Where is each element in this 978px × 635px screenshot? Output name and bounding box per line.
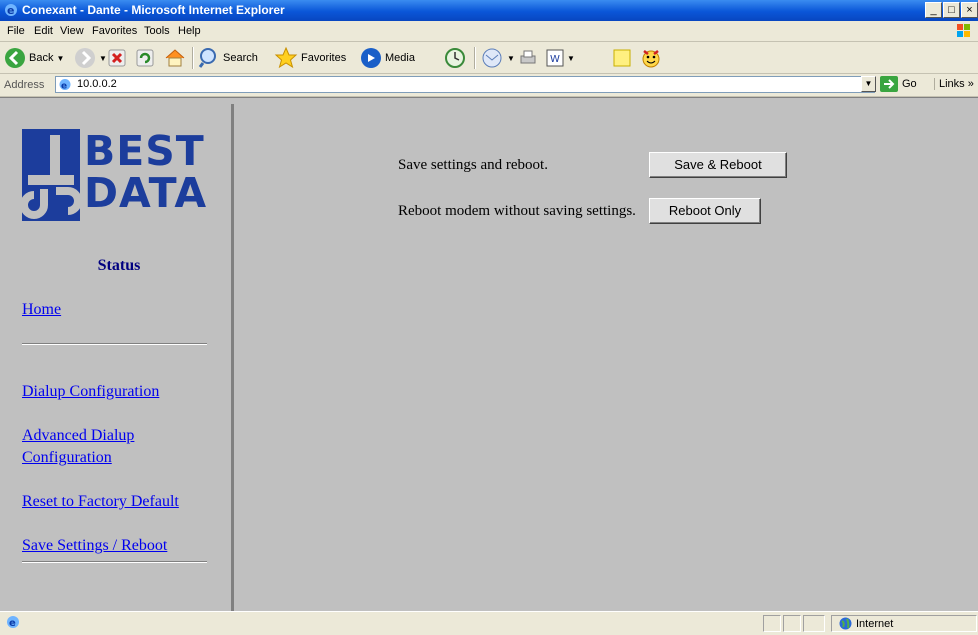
home-icon (165, 49, 185, 67)
mail-button[interactable]: ▼ (480, 45, 515, 71)
search-icon (198, 48, 216, 68)
address-label: Address (4, 79, 45, 91)
address-input[interactable]: e 10.0.0.2 (55, 76, 875, 93)
refresh-button[interactable] (136, 45, 154, 71)
messenger-icon (642, 50, 660, 68)
messenger-button[interactable] (640, 45, 662, 71)
chevron-down-icon: ▼ (99, 53, 107, 63)
logo-mark (22, 129, 80, 221)
go-arrow-icon (880, 76, 898, 92)
reboot-only-description: Reboot modem without saving settings. (398, 203, 636, 219)
reboot-only-button[interactable]: Reboot Only (649, 198, 761, 224)
note-icon (613, 49, 631, 67)
address-url: 10.0.0.2 (77, 78, 117, 90)
chevron-down-icon: ▼ (56, 53, 65, 63)
address-bar: Address e 10.0.0.2 (0, 74, 978, 97)
status-bar: e Internet (0, 611, 978, 635)
favorites-label: Favorites (301, 52, 347, 64)
status-cell (783, 615, 801, 632)
media-label: Media (385, 52, 415, 64)
word-icon: W (546, 49, 564, 67)
svg-text:e: e (61, 82, 67, 92)
toolbar: Back ▼ ▼ Search Favorites Media ▼ W ▼ (0, 42, 978, 74)
chevron-down-icon: ▼ (567, 53, 575, 63)
menu-view[interactable]: View (60, 25, 84, 37)
save-reboot-description: Save settings and reboot. (398, 157, 548, 173)
browser-content: BEST DATA Status Home Dialup Configurati… (0, 97, 978, 611)
save-reboot-button[interactable]: Save & Reboot (649, 152, 787, 178)
logo-text-best: BEST (84, 127, 205, 175)
close-button[interactable]: × (961, 2, 978, 18)
status-cell (763, 615, 781, 632)
nav-link-dialup-configuration[interactable]: Dialup Configuration (22, 383, 159, 401)
main-frame: Save settings and reboot. Save & Reboot … (234, 104, 978, 611)
divider (22, 343, 207, 345)
status-heading: Status (97, 257, 141, 274)
menu-file[interactable]: File (7, 25, 25, 37)
left-frame: BEST DATA Status Home Dialup Configurati… (7, 104, 234, 611)
nav-link-home[interactable]: Home (22, 301, 61, 319)
svg-text:e: e (7, 4, 14, 17)
go-label: Go (902, 78, 917, 90)
refresh-icon (136, 49, 154, 67)
mail-icon (482, 48, 502, 68)
print-icon (520, 50, 536, 64)
best-data-logo: BEST DATA (22, 127, 212, 221)
search-label: Search (223, 52, 258, 64)
security-zone: Internet (839, 617, 893, 630)
windows-flag-icon (957, 24, 970, 37)
status-cell (803, 615, 825, 632)
edit-button[interactable]: W ▼ (546, 45, 575, 71)
menu-bar: File Edit View Favorites Tools Help (0, 21, 978, 42)
back-button[interactable]: Back ▼ (4, 45, 64, 71)
favorites-star-icon (274, 46, 298, 69)
back-arrow-icon (5, 48, 25, 68)
window-title: Conexant - Dante - Microsoft Internet Ex… (22, 3, 285, 17)
menu-help[interactable]: Help (178, 25, 201, 37)
zone-label: Internet (856, 617, 894, 630)
forward-arrow-icon (75, 48, 95, 68)
history-button[interactable] (444, 45, 466, 71)
maximize-button[interactable]: □ (943, 2, 960, 18)
discuss-button[interactable] (612, 45, 632, 71)
page-done-icon: e (7, 616, 19, 629)
forward-button[interactable]: ▼ (74, 45, 107, 71)
media-icon (361, 48, 381, 68)
stop-button[interactable] (108, 45, 126, 71)
go-button[interactable]: Go (880, 76, 917, 92)
nav-link-save-settings-reboot[interactable]: Save Settings / Reboot (22, 537, 167, 555)
media-button[interactable]: Media (360, 45, 415, 71)
logo-text-data: DATA (84, 169, 208, 217)
ie-icon: e (5, 4, 17, 17)
minimize-button[interactable]: _ (925, 2, 942, 18)
links-button[interactable]: Links » (934, 78, 974, 90)
nav-link-advanced-dialup-line2[interactable]: Configuration (22, 449, 112, 467)
stop-icon (108, 49, 126, 67)
menu-tools[interactable]: Tools (144, 25, 170, 37)
nav-link-reset-factory-default[interactable]: Reset to Factory Default (22, 493, 179, 511)
back-label: Back (29, 52, 54, 64)
search-button[interactable]: Search (198, 45, 258, 71)
globe-icon (839, 617, 852, 630)
menu-edit[interactable]: Edit (34, 25, 53, 37)
print-button[interactable] (518, 45, 538, 71)
menu-favorites[interactable]: Favorites (92, 25, 137, 37)
favorites-button[interactable]: Favorites (274, 45, 346, 71)
address-dropdown-button[interactable]: ▼ (861, 76, 876, 92)
home-button[interactable] (164, 45, 186, 71)
chevron-down-icon: ▼ (864, 79, 873, 88)
divider (22, 561, 207, 563)
chevron-down-icon: ▼ (507, 53, 515, 63)
nav-link-advanced-dialup-line1[interactable]: Advanced Dialup (22, 427, 134, 445)
svg-text:e: e (9, 618, 16, 629)
svg-text:W: W (550, 54, 560, 65)
history-icon (445, 48, 465, 68)
page-icon: e (59, 79, 71, 92)
title-bar: e Conexant - Dante - Microsoft Internet … (0, 0, 978, 21)
